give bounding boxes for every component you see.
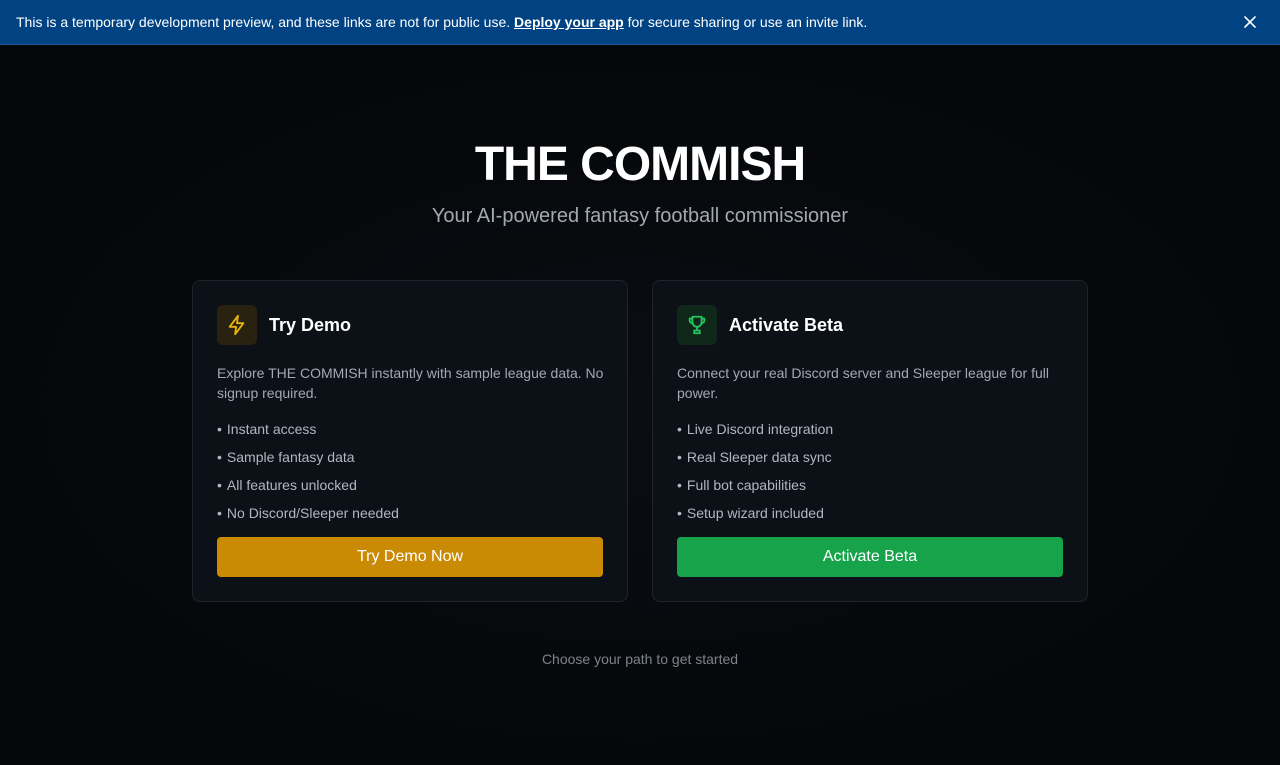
banner-message: This is a temporary development preview,… xyxy=(16,14,1240,30)
feature-label: Live Discord integration xyxy=(686,421,834,437)
landing-page: THE COMMISH Your AI-powered fantasy foot… xyxy=(0,45,1280,765)
bullet: • xyxy=(217,449,222,465)
feature-item: • Live Discord integration xyxy=(677,419,1063,447)
card-description: Explore THE COMMISH instantly with sampl… xyxy=(217,365,604,401)
page-subtitle: Your AI-powered fantasy football commiss… xyxy=(431,205,849,227)
bullet: • xyxy=(217,505,222,521)
page-title: THE COMMISH xyxy=(474,138,806,191)
feature-label: All features unlocked xyxy=(226,477,357,493)
bullet: • xyxy=(677,505,682,521)
bullet: • xyxy=(677,477,682,493)
feature-item: • Full bot capabilities xyxy=(677,475,1063,503)
bullet: • xyxy=(677,449,682,465)
feature-label: No Discord/Sleeper needed xyxy=(226,505,399,521)
activate-beta-button[interactable]: Activate Beta xyxy=(677,537,1063,577)
icon-badge xyxy=(677,305,717,345)
banner-text-after: for secure sharing or use an invite link… xyxy=(623,14,868,30)
footer-note: Choose your path to get started xyxy=(541,651,739,667)
bullet: • xyxy=(677,421,682,437)
feature-item: • All features unlocked xyxy=(217,475,603,503)
bullet: • xyxy=(217,477,222,493)
feature-item: • No Discord/Sleeper needed xyxy=(217,503,603,531)
feature-item: • Sample fantasy data xyxy=(217,447,603,475)
feature-label: Sample fantasy data xyxy=(226,449,355,465)
banner-text-before: This is a temporary development preview,… xyxy=(16,14,515,30)
deploy-your-app-link[interactable]: Deploy your app xyxy=(514,14,624,30)
trophy-icon xyxy=(688,315,706,335)
feature-label: Real Sleeper data sync xyxy=(686,449,832,465)
dev-preview-banner: This is a temporary development preview,… xyxy=(0,0,1280,45)
icon-badge xyxy=(217,305,257,345)
close-banner-button[interactable] xyxy=(1240,12,1260,32)
activate-beta-card: Activate Beta Connect your real Discord … xyxy=(652,280,1088,602)
try-demo-card: Try Demo Explore THE COMMISH instantly w… xyxy=(192,280,628,602)
feature-label: Setup wizard included xyxy=(686,505,824,521)
feature-label: Full bot capabilities xyxy=(686,477,806,493)
lightning-bolt-icon xyxy=(228,314,245,336)
try-demo-now-button[interactable]: Try Demo Now xyxy=(217,537,603,577)
card-description: Connect your real Discord server and Sle… xyxy=(677,365,1049,401)
card-header: Activate Beta xyxy=(677,305,1063,345)
close-icon xyxy=(1244,16,1256,28)
feature-list: • Instant access • Sample fantasy data • Al… xyxy=(217,419,603,531)
bullet: • xyxy=(217,421,222,437)
feature-item: • Setup wizard included xyxy=(677,503,1063,531)
card-header: Try Demo xyxy=(217,305,603,345)
card-title: Activate Beta xyxy=(729,314,844,335)
card-title: Try Demo xyxy=(269,314,352,335)
feature-label: Instant access xyxy=(226,421,317,437)
feature-item: • Instant access xyxy=(217,419,603,447)
feature-item: • Real Sleeper data sync xyxy=(677,447,1063,475)
feature-list: • Live Discord integration • Real Sleeper … xyxy=(677,419,1063,531)
